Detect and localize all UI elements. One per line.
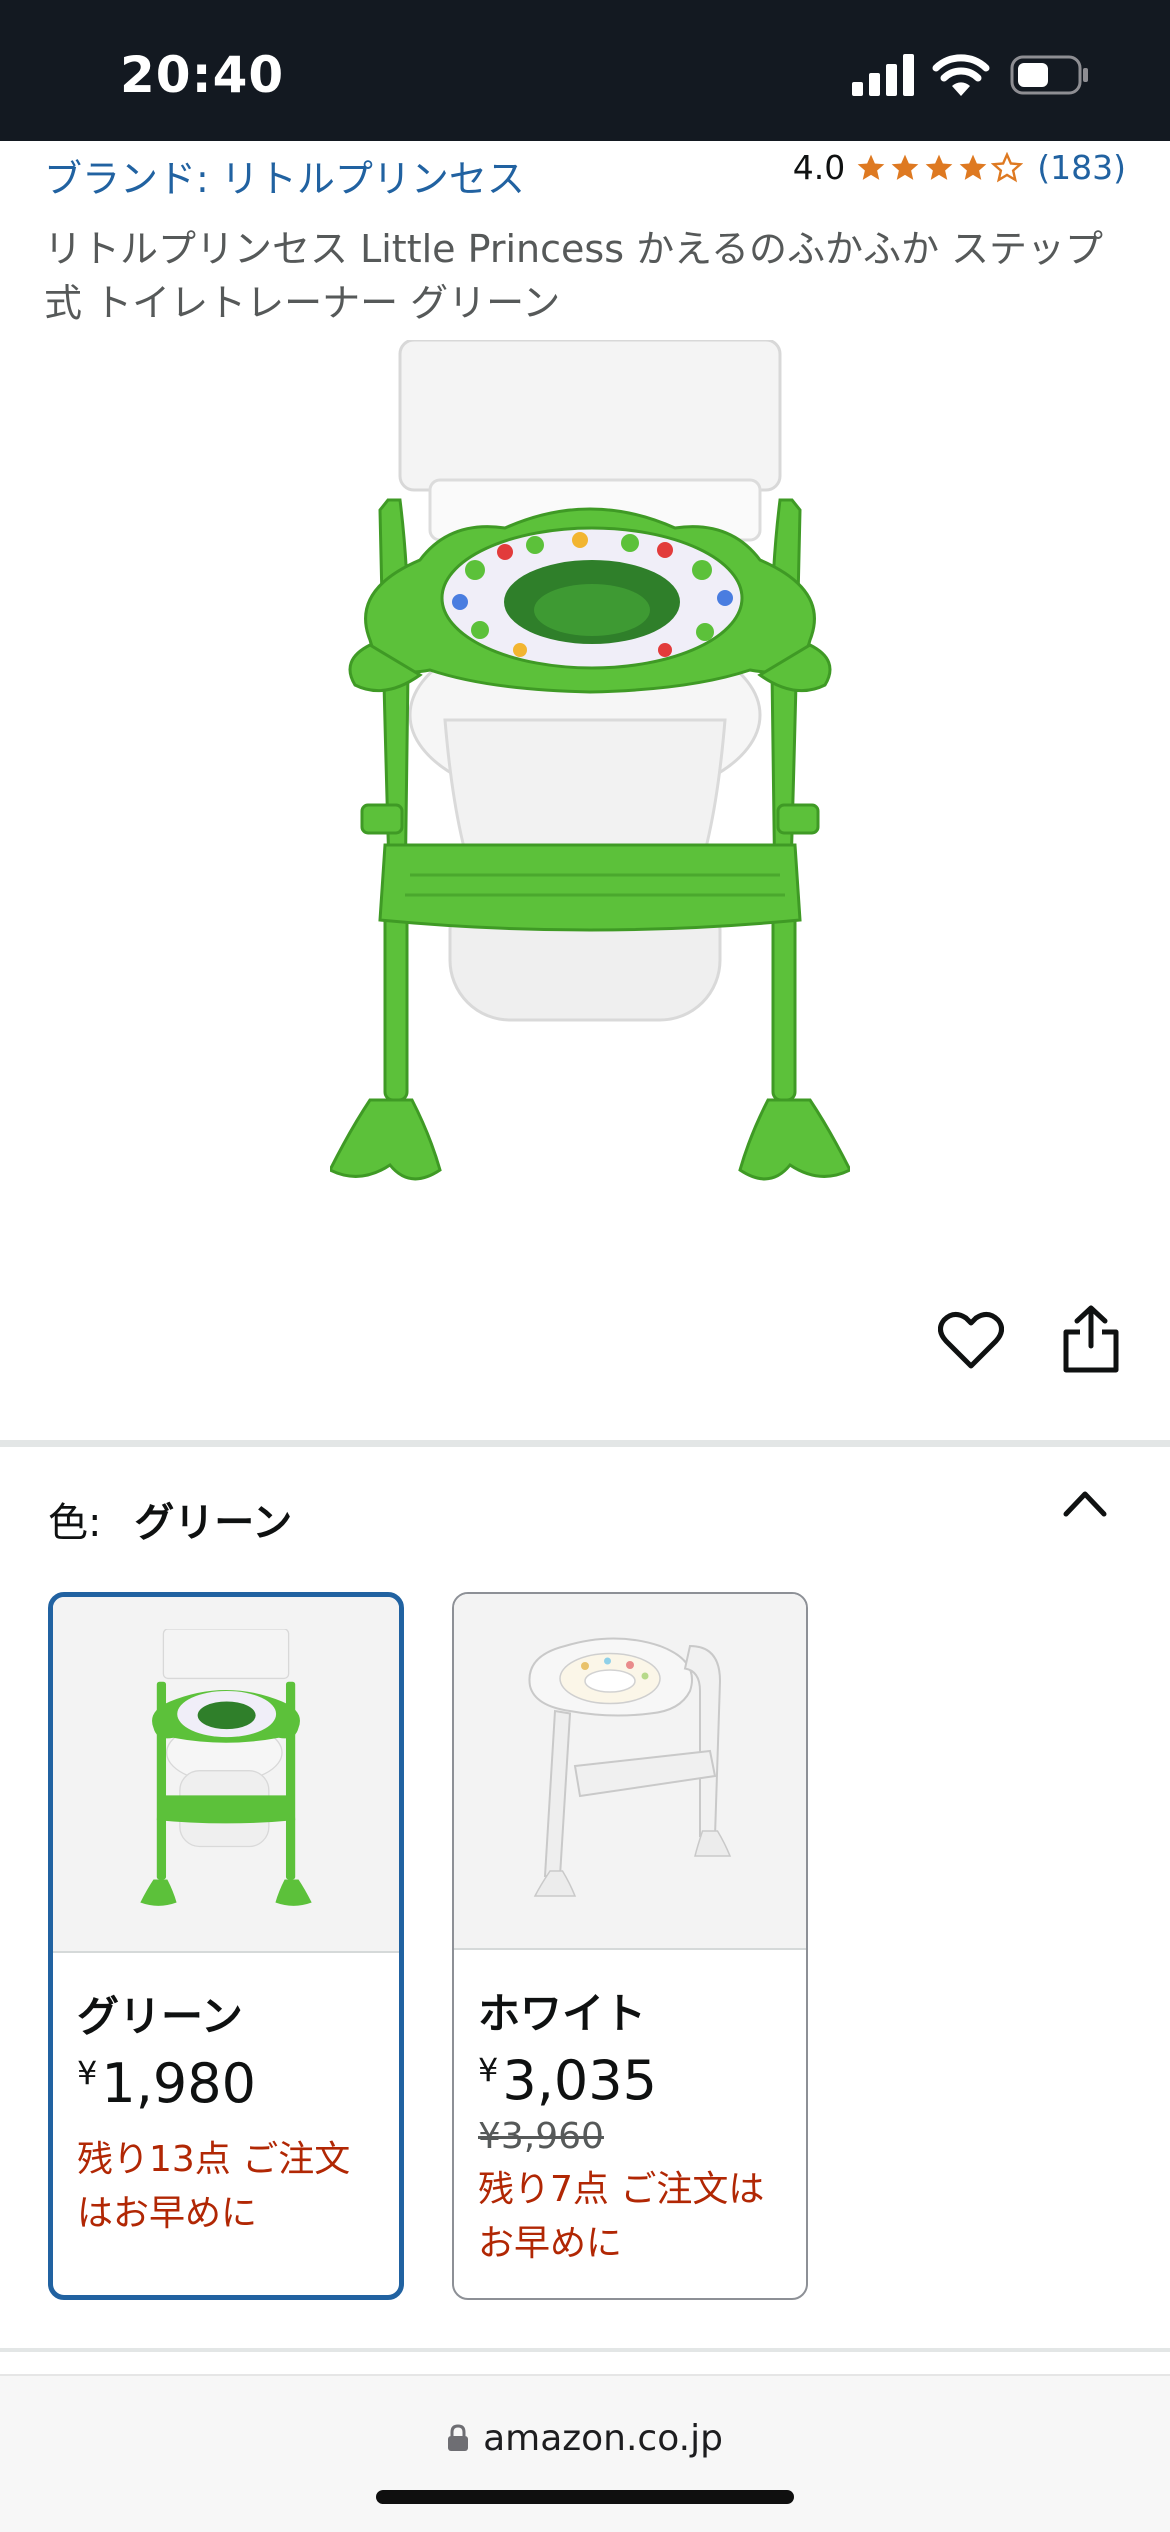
- variant-list-price: ¥3,960: [478, 2116, 604, 2157]
- section-divider: [0, 1440, 1170, 1447]
- variant-image-green: [53, 1597, 399, 1953]
- variant-body-white: ホワイト ¥3,035 ¥3,960 残り7点 ご注文はお早めに: [454, 1954, 806, 2297]
- variant-stock: 残り7点 ご注文はお早めに: [478, 2169, 765, 2264]
- home-indicator[interactable]: [376, 2490, 794, 2504]
- variant-image-white: [454, 1594, 806, 1950]
- star-filled-icon: [959, 154, 987, 180]
- status-time: 20:40: [120, 46, 285, 104]
- status-bar: 20:40: [0, 0, 1170, 141]
- variant-body-green: グリーン ¥1,980 残り13点 ご注文はお早めに: [53, 1957, 399, 2267]
- star-filled-icon: [925, 154, 953, 180]
- variant-price: ¥3,035: [478, 2049, 657, 2112]
- variant-card-green[interactable]: グリーン ¥1,980 残り13点 ご注文はお早めに: [48, 1592, 404, 2300]
- green-trainer-thumbnail: [140, 1629, 312, 1906]
- share-icon[interactable]: [1060, 1304, 1122, 1374]
- color-label: 色:: [48, 1500, 102, 1546]
- lock-icon: [448, 2424, 469, 2451]
- star-filled-icon: [857, 154, 885, 180]
- star-empty-icon: [991, 151, 1024, 182]
- variant-card-white[interactable]: ホワイト ¥3,035 ¥3,960 残り7点 ご注文はお早めに: [452, 1592, 808, 2300]
- browser-url-bar[interactable]: amazon.co.jp: [0, 2374, 1170, 2532]
- variant-name: グリーン: [77, 1992, 243, 2041]
- url-text: amazon.co.jp: [483, 2418, 723, 2459]
- variant-stock: 残り13点 ご注文はお早めに: [77, 2139, 351, 2234]
- cellular-signal-icon: [852, 54, 914, 96]
- white-trainer-thumbnail: [528, 1637, 732, 1897]
- rating-value: 4.0: [792, 148, 846, 187]
- selected-color: グリーン: [134, 1500, 293, 1546]
- product-title: リトルプリンセス Little Princess かえるのふかふか ステップ式 …: [44, 227, 1104, 325]
- variant-price: ¥1,980: [77, 2052, 256, 2115]
- rating-stars: [855, 151, 1024, 184]
- heart-icon[interactable]: [938, 1310, 1004, 1370]
- color-selector-label: 色: グリーン: [48, 1490, 292, 1548]
- wifi-icon: [932, 54, 990, 96]
- variant-name: ホワイト: [478, 1989, 647, 2038]
- brand-link[interactable]: ブランド: リトルプリンセス: [44, 148, 525, 203]
- chevron-up-icon[interactable]: [1062, 1488, 1108, 1518]
- battery-icon: [1010, 55, 1088, 95]
- url-display[interactable]: amazon.co.jp: [0, 2418, 1170, 2459]
- rating-summary[interactable]: 4.0 (183): [793, 148, 1126, 187]
- rating-count-link[interactable]: (183): [1037, 148, 1126, 187]
- star-filled-icon: [891, 154, 919, 180]
- product-image[interactable]: [330, 340, 850, 1220]
- section-divider: [0, 2348, 1170, 2352]
